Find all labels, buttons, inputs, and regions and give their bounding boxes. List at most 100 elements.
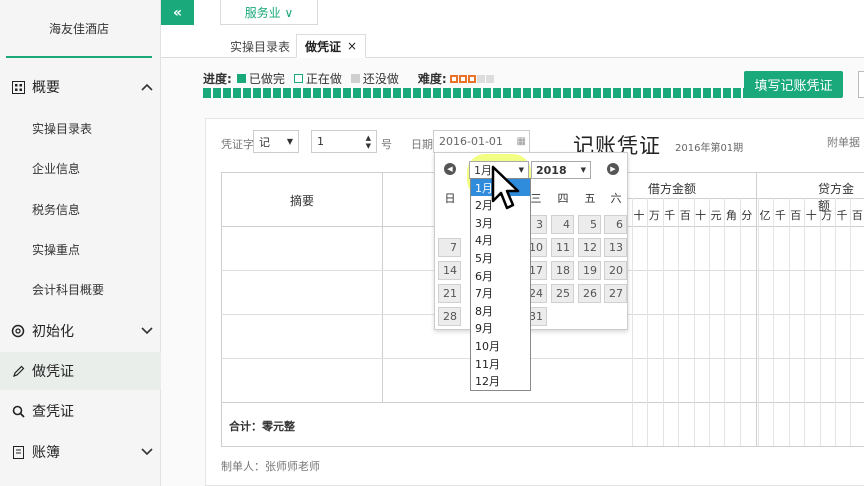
stepper-arrows-icon[interactable]: ▲ ▼ [366, 134, 371, 150]
progress-cell[interactable] [453, 88, 461, 98]
prev-month-icon[interactable]: ◀ [444, 163, 456, 175]
calendar-day[interactable]: 19 [578, 261, 601, 280]
progress-cell[interactable] [623, 88, 631, 98]
month-option[interactable]: 12月 [471, 373, 530, 390]
calendar-day[interactable]: 4 [551, 215, 574, 234]
month-option[interactable]: 11月 [471, 355, 530, 372]
progress-cell[interactable] [253, 88, 261, 98]
progress-cell[interactable] [613, 88, 621, 98]
progress-cell[interactable] [553, 88, 561, 98]
progress-cell[interactable] [523, 88, 531, 98]
progress-cell[interactable] [403, 88, 411, 98]
month-option[interactable]: 7月 [471, 285, 530, 302]
progress-cell[interactable] [203, 88, 211, 98]
progress-cell[interactable] [413, 88, 421, 98]
calendar-day[interactable]: 27 [604, 284, 627, 303]
year-select[interactable]: 2018 ▼ [531, 161, 591, 179]
progress-cell[interactable] [283, 88, 291, 98]
voucher-date-input[interactable]: 2016-01-01 ▦ [433, 130, 530, 153]
progress-cell[interactable] [573, 88, 581, 98]
progress-cell[interactable] [223, 88, 231, 98]
progress-cell[interactable] [473, 88, 481, 98]
calendar-day[interactable]: 6 [604, 215, 627, 234]
progress-cell[interactable] [243, 88, 251, 98]
calendar-day[interactable]: 5 [578, 215, 601, 234]
progress-cell[interactable] [303, 88, 311, 98]
progress-cell[interactable] [293, 88, 301, 98]
voucher-number-stepper[interactable]: 1 ▲ ▼ [311, 130, 377, 153]
progress-cell[interactable] [663, 88, 671, 98]
progress-cell[interactable] [323, 88, 331, 98]
sidebar-item-overview[interactable]: 概要 [0, 76, 161, 98]
progress-cell[interactable] [643, 88, 651, 98]
progress-cell[interactable] [603, 88, 611, 98]
month-option[interactable]: 4月 [471, 232, 530, 249]
progress-cell[interactable] [713, 88, 721, 98]
close-icon[interactable]: × [347, 39, 357, 53]
calendar-day[interactable]: 7 [438, 238, 461, 257]
calendar-day[interactable]: 12 [578, 238, 601, 257]
progress-cell[interactable] [443, 88, 451, 98]
sidebar-item-query-voucher[interactable]: 查凭证 [0, 400, 161, 422]
progress-cell[interactable] [273, 88, 281, 98]
month-option[interactable]: 5月 [471, 249, 530, 266]
calendar-day[interactable]: 18 [551, 261, 574, 280]
sidebar-sub-catalog[interactable]: 实操目录表 [32, 120, 92, 137]
tab-catalog[interactable]: 实操目录表 [222, 34, 298, 58]
month-option[interactable]: 8月 [471, 302, 530, 319]
calendar-day[interactable]: 13 [604, 238, 627, 257]
calendar-icon[interactable]: ▦ [517, 136, 526, 147]
progress-cell[interactable] [673, 88, 681, 98]
sidebar-item-make-voucher[interactable]: 做凭证 [0, 352, 161, 390]
fill-voucher-button[interactable]: 填写记账凭证 [744, 71, 843, 98]
progress-cell[interactable] [563, 88, 571, 98]
progress-cell[interactable] [383, 88, 391, 98]
progress-cell[interactable] [373, 88, 381, 98]
progress-cell[interactable] [633, 88, 641, 98]
progress-cell[interactable] [423, 88, 431, 98]
month-option[interactable]: 9月 [471, 320, 530, 337]
progress-cell[interactable] [513, 88, 521, 98]
progress-cell[interactable] [693, 88, 701, 98]
month-option[interactable]: 10月 [471, 337, 530, 354]
sidebar-item-ledger[interactable]: 账簿 [0, 441, 161, 463]
month-option[interactable]: 6月 [471, 267, 530, 284]
progress-cell[interactable] [233, 88, 241, 98]
progress-cell[interactable] [333, 88, 341, 98]
progress-cell[interactable] [723, 88, 731, 98]
progress-cell[interactable] [393, 88, 401, 98]
progress-cell[interactable] [533, 88, 541, 98]
progress-cell[interactable] [493, 88, 501, 98]
progress-cell[interactable] [263, 88, 271, 98]
progress-cell[interactable] [733, 88, 741, 98]
progress-cell[interactable] [593, 88, 601, 98]
calendar-day[interactable]: 21 [438, 284, 461, 303]
calendar-day[interactable]: 11 [551, 238, 574, 257]
calendar-day[interactable]: 20 [604, 261, 627, 280]
month-option[interactable]: 3月 [471, 214, 530, 231]
progress-cell[interactable] [653, 88, 661, 98]
sidebar-sub-key-points[interactable]: 实操重点 [32, 241, 80, 258]
progress-cell[interactable] [363, 88, 371, 98]
progress-cell[interactable] [483, 88, 491, 98]
sidebar-sub-company-info[interactable]: 企业信息 [32, 160, 80, 177]
sidebar-item-init[interactable]: 初始化 [0, 320, 161, 342]
progress-cell[interactable] [433, 88, 441, 98]
calendar-day[interactable]: 25 [551, 284, 574, 303]
calendar-day[interactable]: 28 [438, 307, 461, 326]
calendar-day[interactable]: 26 [578, 284, 601, 303]
industry-dropdown[interactable]: 服务业 ∨ [220, 0, 318, 25]
sidebar-sub-tax-info[interactable]: 税务信息 [32, 201, 80, 218]
tab-make-voucher[interactable]: 做凭证 × [296, 34, 367, 58]
next-month-icon[interactable]: ▶ [607, 163, 619, 175]
secondary-button[interactable] [858, 71, 864, 98]
voucher-word-select[interactable]: 记 ▼ [253, 130, 299, 153]
calendar-day[interactable]: 14 [438, 261, 461, 280]
collapse-sidebar-button[interactable]: « [161, 0, 194, 25]
progress-cell[interactable] [353, 88, 361, 98]
progress-cell[interactable] [213, 88, 221, 98]
progress-cell[interactable] [503, 88, 511, 98]
progress-cell[interactable] [543, 88, 551, 98]
progress-cell[interactable] [313, 88, 321, 98]
progress-cell[interactable] [583, 88, 591, 98]
